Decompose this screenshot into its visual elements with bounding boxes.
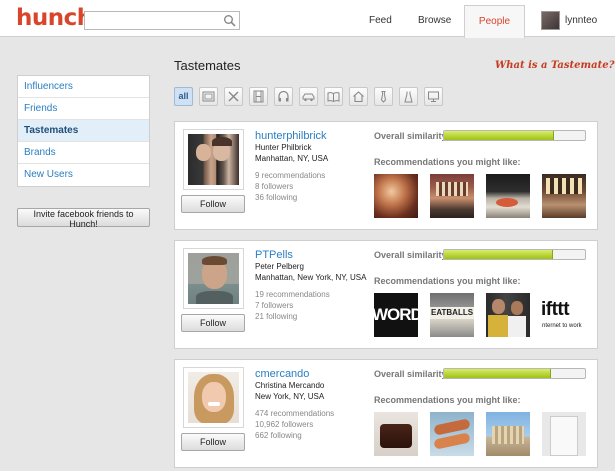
tastemate-card: Follow PTPells Peter Pelberg Manhattan, … (174, 240, 598, 349)
similarity-label: Overall similarity: (374, 250, 450, 260)
filter-all[interactable]: all (174, 87, 193, 106)
recommendation-thumbnail[interactable]: ifttt nternet to work (542, 293, 586, 337)
tastemate-username[interactable]: PTPells (255, 249, 293, 261)
car-icon (302, 93, 315, 102)
similarity-bar (443, 249, 586, 260)
page-title: Tastemates (174, 58, 241, 73)
tastemate-location: New York, NY, USA (255, 392, 325, 401)
similarity-bar-fill (444, 250, 553, 259)
recommendation-thumbnail[interactable] (374, 412, 418, 456)
sidebar-item-influencers[interactable]: Influencers (18, 76, 149, 98)
recommendation-thumbnail[interactable] (486, 174, 530, 218)
filter-home[interactable] (349, 87, 368, 106)
what-is-tastemate-link[interactable]: What is a Tastemate? (495, 60, 614, 71)
similarity-label: Overall similarity: (374, 131, 450, 141)
thumbnail-text: EATBALLS (431, 308, 474, 317)
username-label[interactable]: lynnteo (565, 15, 597, 26)
top-bar: hunch Feed Browse People lynnteo (0, 0, 615, 38)
recommendations-count: 474 recommendations (255, 409, 335, 418)
sidebar-item-brands[interactable]: Brands (18, 142, 149, 164)
recommendation-thumbnail[interactable]: WORD (374, 293, 418, 337)
profile-photo-frame[interactable] (183, 367, 244, 428)
similarity-bar (443, 368, 586, 379)
headphones-icon (278, 90, 289, 102)
nav-feed[interactable]: Feed (369, 15, 392, 26)
profile-photo[interactable] (188, 372, 239, 423)
profile-photo-frame[interactable] (183, 129, 244, 190)
recommendation-thumbnail[interactable] (542, 412, 586, 456)
tastemate-full-name: Hunter Philbrick (255, 143, 312, 152)
filter-books[interactable] (324, 87, 343, 106)
recommendation-thumbnail[interactable] (430, 174, 474, 218)
recommendation-thumbnail[interactable] (374, 174, 418, 218)
sidebar-item-friends[interactable]: Friends (18, 98, 149, 120)
follow-button[interactable]: Follow (181, 314, 245, 332)
image-icon (202, 91, 215, 102)
tastemate-username[interactable]: hunterphilbrick (255, 130, 327, 142)
recommendation-thumbnail[interactable] (486, 293, 530, 337)
nav-browse[interactable]: Browse (418, 15, 451, 26)
similarity-bar-fill (444, 369, 552, 378)
recommendations-label: Recommendations you might like: (374, 276, 521, 286)
tastemate-location: Manhattan, New York, NY, USA (255, 273, 367, 282)
recommendation-thumbnail[interactable] (430, 412, 474, 456)
filter-auto[interactable] (299, 87, 318, 106)
recommendations-label: Recommendations you might like: (374, 157, 521, 167)
filter-fashion-men[interactable] (374, 87, 393, 106)
following-count: 662 following (255, 431, 302, 440)
recommendation-thumbnail[interactable] (486, 412, 530, 456)
tastemate-username[interactable]: cmercando (255, 368, 309, 380)
tastemate-location: Manhattan, NY, USA (255, 154, 329, 163)
followers-count: 8 followers (255, 182, 294, 191)
thumbnail-text: ifttt (542, 299, 570, 320)
followers-count: 10,962 followers (255, 420, 314, 429)
follow-button[interactable]: Follow (181, 433, 245, 451)
search-input[interactable] (89, 12, 219, 29)
utensils-icon (228, 91, 239, 102)
similarity-label: Overall similarity: (374, 369, 450, 379)
followers-count: 7 followers (255, 301, 294, 310)
book-icon (327, 92, 340, 103)
profile-photo[interactable] (188, 253, 239, 304)
film-icon (253, 90, 264, 103)
filter-music[interactable] (274, 87, 293, 106)
search-icon[interactable] (223, 14, 236, 27)
profile-photo-frame[interactable] (183, 248, 244, 309)
monitor-icon (428, 91, 439, 102)
search-box[interactable] (84, 11, 240, 30)
sidebar-menu: Influencers Friends Tastemates Brands Ne… (17, 75, 150, 187)
filter-film[interactable] (249, 87, 268, 106)
sidebar-item-new-users[interactable]: New Users (18, 164, 149, 186)
home-icon (353, 91, 364, 103)
filter-fashion-women[interactable] (399, 87, 418, 106)
recommendations-count: 9 recommendations (255, 171, 326, 180)
sidebar-item-tastemates[interactable]: Tastemates (18, 120, 149, 142)
tastemate-card: Follow cmercando Christina Mercando New … (174, 359, 598, 468)
recommendations-count: 19 recommendations (255, 290, 330, 299)
profile-photo[interactable] (188, 134, 239, 185)
tastemate-full-name: Peter Pelberg (255, 262, 304, 271)
dress-icon (404, 91, 413, 103)
filter-tech[interactable] (424, 87, 443, 106)
tie-icon (380, 91, 387, 103)
following-count: 36 following (255, 193, 298, 202)
similarity-bar-fill (444, 131, 554, 140)
avatar[interactable] (541, 11, 560, 30)
filter-image[interactable] (199, 87, 218, 106)
recommendation-thumbnail[interactable] (542, 174, 586, 218)
nav-people[interactable]: People (464, 5, 525, 38)
tastemate-card: Follow hunterphilbrick Hunter Philbrick … (174, 121, 598, 230)
filter-food[interactable] (224, 87, 243, 106)
following-count: 21 following (255, 312, 298, 321)
follow-button[interactable]: Follow (181, 195, 245, 213)
thumbnail-text: WORD (374, 305, 418, 324)
recommendation-thumbnail[interactable]: EATBALLS (430, 293, 474, 337)
tastemate-full-name: Christina Mercando (255, 381, 325, 390)
hunch-logo[interactable]: hunch (16, 5, 93, 31)
recommendations-label: Recommendations you might like: (374, 395, 521, 405)
similarity-bar (443, 130, 586, 141)
thumbnail-caption: nternet to work (542, 323, 582, 329)
invite-facebook-button[interactable]: Invite facebook friends to Hunch! (17, 208, 150, 229)
